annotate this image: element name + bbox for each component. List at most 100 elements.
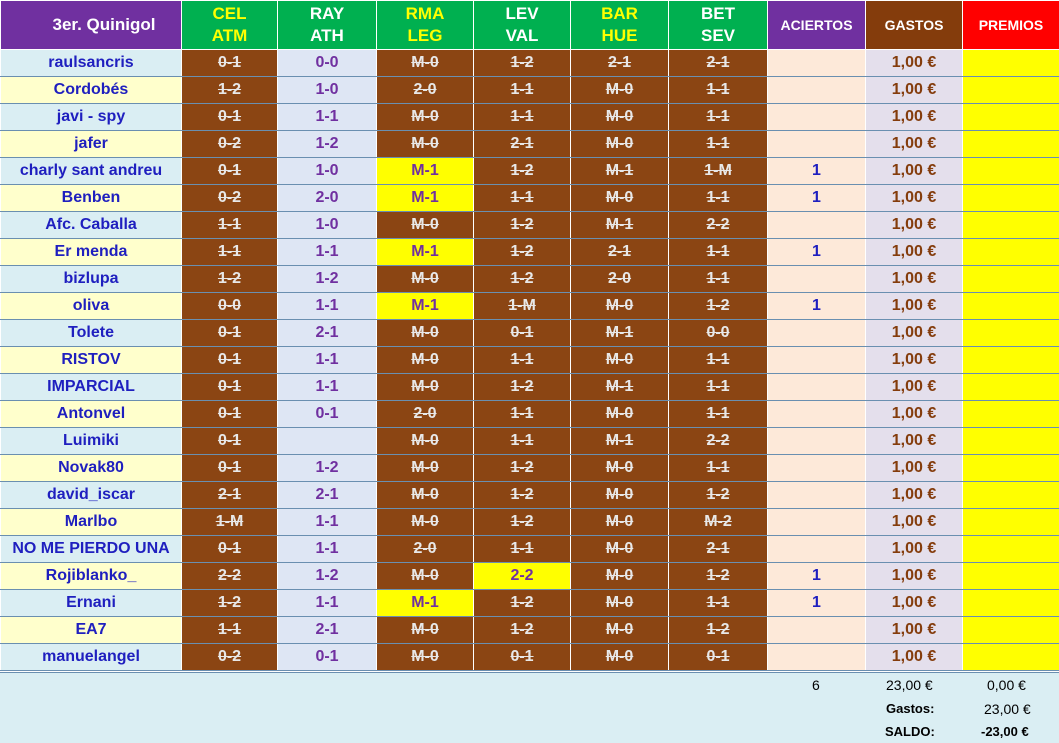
pick-cell[interactable]: M-0 [570, 130, 669, 158]
aciertos-cell[interactable] [767, 643, 866, 671]
aciertos-cell[interactable] [767, 427, 866, 455]
pick-cell[interactable]: 0-0 [668, 319, 768, 347]
premios-cell[interactable] [962, 49, 1059, 77]
pick-cell[interactable]: 1-1 [473, 427, 571, 455]
pick-cell[interactable]: 1-1 [277, 346, 377, 374]
pick-cell[interactable]: M-1 [570, 157, 669, 185]
pick-cell[interactable]: 2-2 [668, 211, 768, 239]
aciertos-cell[interactable] [767, 508, 866, 536]
pick-cell[interactable]: 1-1 [473, 535, 571, 563]
participant-name[interactable]: oliva [0, 292, 182, 320]
pick-cell[interactable]: 1-2 [473, 238, 571, 266]
pick-cell[interactable]: 1-2 [277, 454, 377, 482]
pick-cell[interactable]: 2-0 [376, 76, 474, 104]
pick-cell[interactable]: M-0 [376, 103, 474, 131]
premios-cell[interactable] [962, 238, 1059, 266]
gastos-cell[interactable]: 1,00 € [865, 211, 963, 239]
premios-cell[interactable] [962, 454, 1059, 482]
pick-cell[interactable]: M-1 [570, 427, 669, 455]
premios-cell[interactable] [962, 184, 1059, 212]
participant-name[interactable]: RISTOV [0, 346, 182, 374]
match-header-cel-atm[interactable]: CEL ATM [181, 0, 278, 50]
pick-cell[interactable]: 1-1 [473, 400, 571, 428]
gastos-header[interactable]: GASTOS [865, 0, 963, 50]
aciertos-cell[interactable]: 1 [767, 238, 866, 266]
aciertos-cell[interactable] [767, 265, 866, 293]
gastos-cell[interactable]: 1,00 € [865, 157, 963, 185]
pick-cell[interactable]: 0-0 [277, 49, 377, 77]
pick-cell[interactable]: 1-M [668, 157, 768, 185]
premios-cell[interactable] [962, 643, 1059, 671]
participant-name[interactable]: Benben [0, 184, 182, 212]
gastos-cell[interactable]: 1,00 € [865, 562, 963, 590]
aciertos-cell[interactable] [767, 373, 866, 401]
premios-cell[interactable] [962, 130, 1059, 158]
premios-header[interactable]: PREMIOS [962, 0, 1059, 50]
pick-cell[interactable]: 1-0 [277, 76, 377, 104]
gastos-cell[interactable]: 1,00 € [865, 454, 963, 482]
sheet-title[interactable]: 3er. Quinigol [0, 0, 182, 50]
premios-cell[interactable] [962, 292, 1059, 320]
pick-cell[interactable]: 1-M [181, 508, 278, 536]
aciertos-cell[interactable]: 1 [767, 589, 866, 617]
gastos-cell[interactable]: 1,00 € [865, 319, 963, 347]
pick-cell[interactable]: 1-1 [181, 211, 278, 239]
pick-cell[interactable]: 0-1 [473, 319, 571, 347]
premios-cell[interactable] [962, 427, 1059, 455]
pick-cell[interactable]: 1-1 [473, 184, 571, 212]
pick-cell[interactable]: 0-1 [181, 400, 278, 428]
pick-cell[interactable]: M-1 [570, 211, 669, 239]
pick-cell[interactable]: 2-0 [376, 535, 474, 563]
match-header-ray-ath[interactable]: RAY ATH [277, 0, 377, 50]
aciertos-cell[interactable] [767, 535, 866, 563]
pick-cell[interactable]: 0-1 [181, 346, 278, 374]
pick-cell[interactable]: 2-1 [181, 481, 278, 509]
pick-cell[interactable]: M-0 [376, 508, 474, 536]
pick-cell[interactable]: M-0 [376, 427, 474, 455]
pick-cell[interactable]: 1-1 [277, 535, 377, 563]
pick-cell[interactable]: 1-2 [473, 481, 571, 509]
pick-cell[interactable]: 1-2 [473, 373, 571, 401]
pick-cell[interactable]: 1-1 [277, 103, 377, 131]
aciertos-cell[interactable] [767, 616, 866, 644]
aciertos-cell[interactable] [767, 49, 866, 77]
pick-cell[interactable]: 0-1 [277, 400, 377, 428]
aciertos-cell[interactable] [767, 130, 866, 158]
pick-cell[interactable]: 1-1 [181, 616, 278, 644]
participant-name[interactable]: Rojiblanko_ [0, 562, 182, 590]
aciertos-cell[interactable] [767, 103, 866, 131]
pick-cell[interactable]: M-0 [570, 400, 669, 428]
aciertos-cell[interactable]: 1 [767, 292, 866, 320]
participant-name[interactable]: NO ME PIERDO UNA [0, 535, 182, 563]
pick-cell[interactable]: 1-1 [473, 76, 571, 104]
pick-cell[interactable]: 1-2 [181, 76, 278, 104]
pick-cell[interactable]: M-1 [570, 319, 669, 347]
participant-name[interactable]: javi - spy [0, 103, 182, 131]
pick-cell[interactable]: 1-1 [668, 265, 768, 293]
participant-name[interactable]: jafer [0, 130, 182, 158]
premios-cell[interactable] [962, 319, 1059, 347]
pick-cell[interactable]: M-0 [570, 103, 669, 131]
participant-name[interactable]: david_iscar [0, 481, 182, 509]
pick-cell[interactable]: M-0 [570, 76, 669, 104]
pick-cell[interactable]: 2-1 [277, 319, 377, 347]
pick-cell[interactable]: 2-0 [376, 400, 474, 428]
pick-cell[interactable]: 1-1 [668, 184, 768, 212]
pick-cell[interactable]: 1-1 [668, 238, 768, 266]
gastos-cell[interactable]: 1,00 € [865, 589, 963, 617]
pick-cell[interactable]: 1-2 [181, 265, 278, 293]
participant-name[interactable]: Novak80 [0, 454, 182, 482]
participant-name[interactable]: Tolete [0, 319, 182, 347]
pick-cell[interactable]: 1-1 [473, 103, 571, 131]
premios-cell[interactable] [962, 211, 1059, 239]
pick-cell[interactable]: 0-2 [181, 643, 278, 671]
aciertos-cell[interactable] [767, 76, 866, 104]
pick-cell[interactable]: M-0 [376, 49, 474, 77]
aciertos-cell[interactable] [767, 400, 866, 428]
participant-name[interactable]: Luimiki [0, 427, 182, 455]
pick-cell[interactable]: 1-1 [277, 238, 377, 266]
pick-cell[interactable]: 1-2 [473, 211, 571, 239]
match-header-bar-hue[interactable]: BAR HUE [570, 0, 669, 50]
pick-cell[interactable]: M-0 [376, 643, 474, 671]
pick-cell[interactable]: 1-2 [473, 265, 571, 293]
